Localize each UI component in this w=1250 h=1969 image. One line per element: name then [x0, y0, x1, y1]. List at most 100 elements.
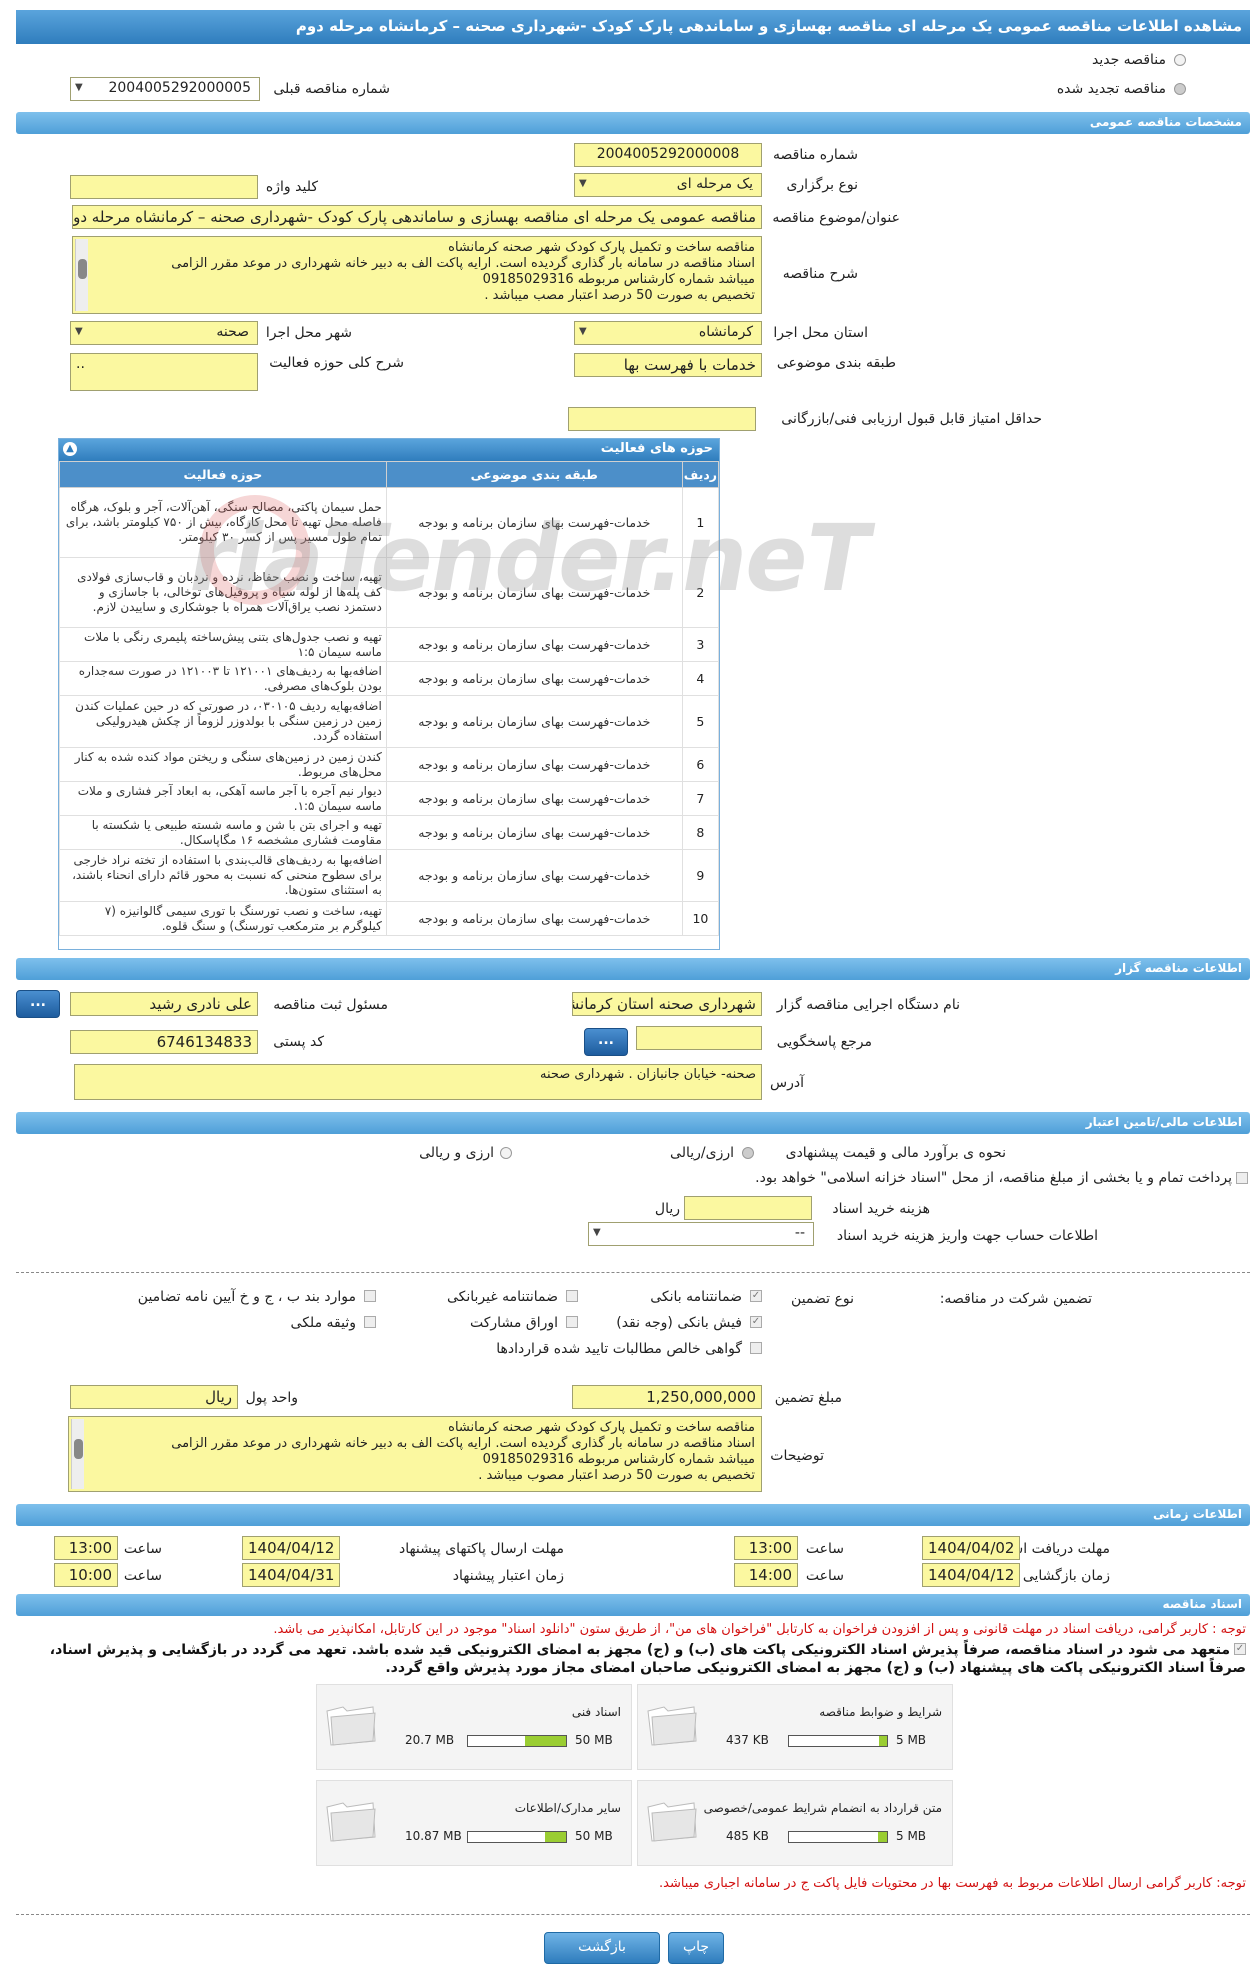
tender-desc-field[interactable]: مناقصه ساخت و تکمیل پارک کودک شهر صحنه ک…: [72, 236, 762, 314]
valid-date-field[interactable]: 1404/04/31: [242, 1563, 340, 1587]
organizer-section-header: اطلاعات مناقصه گزار: [16, 958, 1250, 980]
activity-desc-field[interactable]: ..: [70, 353, 258, 391]
col-field: حوزه فعالیت: [59, 461, 387, 488]
receive-time-field[interactable]: 13:00: [734, 1536, 798, 1560]
file-card[interactable]: اسناد فنی 20.7 MB 50 MB: [316, 1684, 632, 1770]
valid-time-field[interactable]: 10:00: [54, 1563, 118, 1587]
rial-option: ارزی/ریالی: [670, 1145, 734, 1161]
respondent-field[interactable]: [636, 1026, 762, 1050]
renewed-tender-label: مناقصه تجدید شده: [1056, 81, 1166, 97]
treasury-checkbox[interactable]: [1236, 1172, 1248, 1184]
notes-field[interactable]: مناقصه ساخت و تکمیل پارک کودک شهر صحنه ک…: [68, 1416, 762, 1492]
row-field: تهیه، ساخت و نصب تورسنگ با توری سیمی گال…: [59, 901, 387, 936]
row-number: 3: [681, 627, 720, 662]
contract-claims-checkbox[interactable]: [750, 1342, 762, 1354]
table-row: 5 خدمات-فهرست بهای سازمان برنامه و بودجه…: [59, 695, 720, 748]
table-row: 1 خدمات-فهرست بهای سازمان برنامه و بودجه…: [59, 487, 720, 558]
keyword-field[interactable]: [70, 175, 258, 199]
file-size-bar: [467, 1735, 567, 1747]
send-label: مهلت ارسال پاکتهای پیشنهاد: [398, 1541, 564, 1557]
col-category: طبقه بندی موضوعی: [385, 461, 683, 488]
row-number: 7: [681, 781, 720, 816]
print-button[interactable]: چاپ: [668, 1932, 724, 1964]
nonbank-guarantee-checkbox[interactable]: [566, 1290, 578, 1302]
send-date-field[interactable]: 1404/04/12: [242, 1536, 340, 1560]
desc-line: مناقصه ساخت و تکمیل پارک کودک شهر صحنه ک…: [448, 240, 755, 255]
rial-radio[interactable]: [742, 1147, 754, 1159]
account-select[interactable]: -- ▼: [588, 1222, 814, 1246]
back-button[interactable]: بازگشت: [544, 1932, 660, 1964]
file-card[interactable]: سایر مدارک/اطلاعات 10.87 MB 50 MB: [316, 1780, 632, 1866]
file-card[interactable]: متن قرارداد به انضمام شرایط عمومی/خصوصی …: [637, 1780, 953, 1866]
valid-label: زمان اعتبار پیشنهاد: [452, 1568, 564, 1584]
fx-radio[interactable]: [500, 1147, 512, 1159]
commitment-checkbox[interactable]: ✓: [1234, 1643, 1246, 1655]
holding-type-select[interactable]: یک مرحله ای ▼: [574, 173, 762, 197]
chevron-down-icon: ▼: [579, 178, 587, 189]
chevron-down-icon: ▼: [593, 1227, 601, 1238]
row-category: خدمات-فهرست بهای سازمان برنامه و بودجه: [385, 487, 683, 558]
table-row: 2 خدمات-فهرست بهای سازمان برنامه و بودجه…: [59, 557, 720, 628]
row-number: 2: [681, 557, 720, 628]
open-date-field[interactable]: 1404/04/12: [922, 1563, 1020, 1587]
divider: [16, 1272, 1250, 1273]
guarantee-type-label: نوع تضمین: [791, 1291, 854, 1307]
property-checkbox[interactable]: [364, 1316, 376, 1328]
bylaw-items-checkbox[interactable]: [364, 1290, 376, 1302]
page-title: مشاهده اطلاعات مناقصه عمومی یک مرحله ای …: [16, 10, 1250, 44]
row-field: تهیه و نصب جدول‌های بتنی پیش‌ساخته پلیمر…: [59, 627, 387, 662]
province-label: استان محل اجرا: [773, 325, 868, 341]
row-field: اضافه‌بها به ردیف‌های قالب‌بندی با استفا…: [59, 849, 387, 902]
scrollbar[interactable]: [71, 1419, 84, 1489]
subject-field[interactable]: مناقصه عمومی یک مرحله ای مناقصه بهسازی و…: [72, 205, 762, 229]
org-label: نام دستگاه اجرایی مناقصه گزار: [776, 997, 960, 1013]
notes-line: مناقصه ساخت و تکمیل پارک کودک شهر صحنه ک…: [448, 1420, 755, 1435]
row-category: خدمات-فهرست بهای سازمان برنامه و بودجه: [385, 695, 683, 748]
send-time-label: ساعت: [123, 1541, 162, 1557]
doc-fee-field[interactable]: [684, 1196, 812, 1220]
scrollbar[interactable]: [75, 239, 88, 311]
file-card[interactable]: شرایط و ضوابط مناقصه 437 KB 5 MB: [637, 1684, 953, 1770]
row-category: خدمات-فهرست بهای سازمان برنامه و بودجه: [385, 901, 683, 936]
valid-time-label: ساعت: [123, 1568, 162, 1584]
bonds-checkbox[interactable]: [566, 1316, 578, 1328]
min-score-field[interactable]: [568, 407, 756, 431]
new-tender-radio[interactable]: [1174, 54, 1186, 66]
currency-field[interactable]: ریال: [70, 1385, 238, 1409]
province-select[interactable]: کرمانشاه ▼: [574, 321, 762, 345]
file-max-size: 50 MB: [575, 1733, 613, 1747]
registrar-field[interactable]: علی نادری رشید: [70, 992, 258, 1016]
table-row: 8 خدمات-فهرست بهای سازمان برنامه و بودجه…: [59, 815, 720, 850]
estimate-label: نحوه ی برآورد مالی و قیمت پیشنهادی: [785, 1145, 1006, 1161]
address-field[interactable]: صحنه- خیابان جانبازان . شهرداری صحنه: [74, 1064, 762, 1100]
tender-number-field[interactable]: 2004005292000008: [574, 143, 762, 167]
prev-number-select[interactable]: 2004005292000005 ▼: [70, 77, 260, 101]
registrar-label: مسئول ثبت مناقصه: [273, 997, 388, 1013]
respondent-select-button[interactable]: ...: [584, 1028, 628, 1056]
guarantee-amount-label: مبلغ تضمین: [774, 1390, 842, 1406]
row-field: اضافه‌بها به ردیف‌های ۱۲۱۰۰۱ تا ۱۲۱۰۰۳ د…: [59, 661, 387, 696]
bank-guarantee-checkbox[interactable]: ✓: [750, 1290, 762, 1302]
category-field[interactable]: خدمات با فهرست بها: [574, 353, 762, 377]
renewed-tender-radio[interactable]: [1174, 83, 1186, 95]
receive-date-field[interactable]: 1404/04/02: [922, 1536, 1020, 1560]
general-section-header: مشخصات مناقصه عمومی: [16, 112, 1250, 134]
row-category: خدمات-فهرست بهای سازمان برنامه و بودجه: [385, 627, 683, 662]
folder-icon: [326, 1706, 376, 1746]
row-number: 10: [681, 901, 720, 936]
account-label: اطلاعات حساب جهت واریز هزینه خرید اسناد: [836, 1228, 1098, 1244]
activity-desc-label: شرح کلی حوزه فعالیت: [269, 355, 404, 371]
bank-receipt-checkbox[interactable]: ✓: [750, 1316, 762, 1328]
guarantee-amount-field[interactable]: 1,250,000,000: [572, 1385, 762, 1409]
org-field[interactable]: شهرداری صحنه استان کرمانشاه: [572, 992, 762, 1016]
row-number: 6: [681, 747, 720, 782]
city-select[interactable]: صحنه ▼: [70, 321, 258, 345]
file-name: سایر مدارک/اطلاعات: [514, 1801, 621, 1815]
send-time-field[interactable]: 13:00: [54, 1536, 118, 1560]
postal-field[interactable]: 6746134833: [70, 1030, 258, 1054]
collapse-icon[interactable]: ▲: [63, 442, 77, 456]
registrar-select-button[interactable]: ...: [16, 990, 60, 1018]
activities-title: حوزه های فعالیت: [600, 441, 713, 456]
open-time-field[interactable]: 14:00: [734, 1563, 798, 1587]
property-option: وثیقه ملکی: [290, 1315, 356, 1331]
